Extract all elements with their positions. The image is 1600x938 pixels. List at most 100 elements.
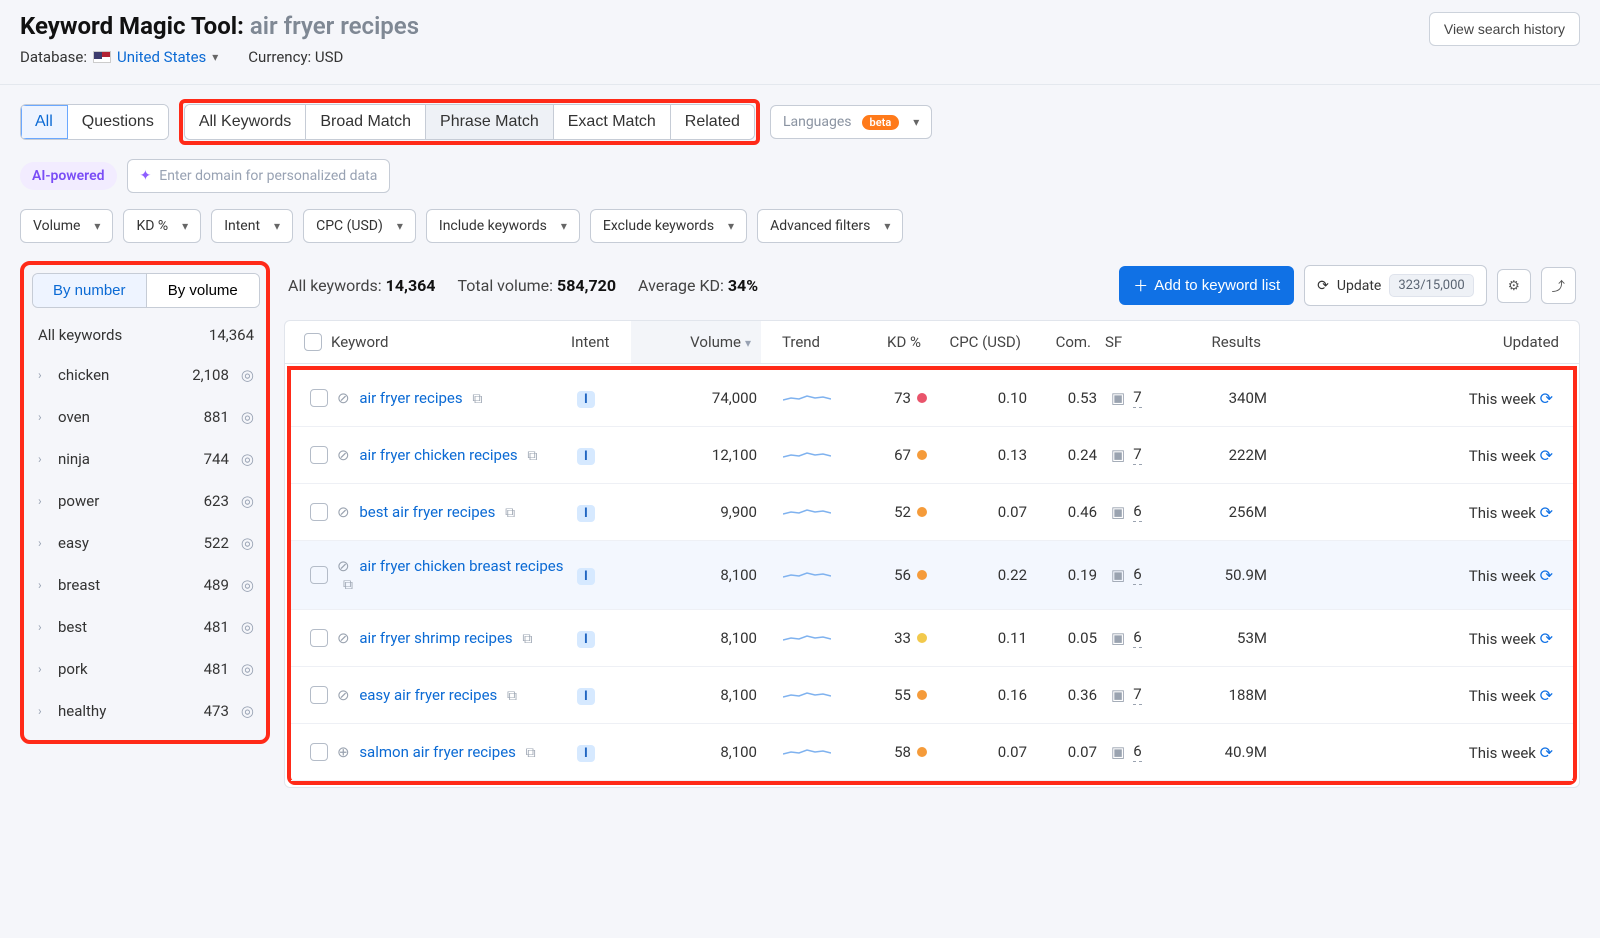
sidebar-item[interactable]: › ninja 744 ◎ xyxy=(32,438,260,480)
check-circle-icon[interactable]: ⊘ xyxy=(337,686,350,704)
eye-icon[interactable]: ◎ xyxy=(241,534,254,552)
check-circle-icon[interactable]: ⊘ xyxy=(337,389,350,407)
sidebar-item[interactable]: › oven 881 ◎ xyxy=(32,396,260,438)
serp-window-icon[interactable]: ⧉ xyxy=(472,391,482,407)
serp-window-icon[interactable]: ⧉ xyxy=(507,688,517,704)
col-com[interactable]: Com. xyxy=(1021,333,1091,351)
sidebar-item[interactable]: › easy 522 ◎ xyxy=(32,522,260,564)
chevron-right-icon: › xyxy=(38,368,50,382)
eye-icon[interactable]: ◎ xyxy=(241,450,254,468)
check-circle-icon[interactable]: ⊘ xyxy=(337,629,350,647)
filter-kd[interactable]: KD %▾ xyxy=(123,209,201,243)
tab-all[interactable]: All xyxy=(21,105,68,139)
refresh-icon[interactable]: ⟳ xyxy=(1540,629,1553,648)
view-history-button[interactable]: View search history xyxy=(1429,12,1580,46)
check-circle-icon[interactable]: ⊘ xyxy=(337,503,350,521)
eye-icon[interactable]: ◎ xyxy=(241,492,254,510)
match-all[interactable]: All Keywords xyxy=(185,105,306,139)
export-button[interactable]: ⤴ xyxy=(1541,267,1576,304)
cell-trend xyxy=(767,563,847,587)
select-all-checkbox[interactable] xyxy=(304,333,322,351)
row-checkbox[interactable] xyxy=(310,389,328,407)
sidebar-tab-number[interactable]: By number xyxy=(33,274,147,307)
row-checkbox[interactable] xyxy=(310,686,328,704)
row-checkbox[interactable] xyxy=(310,503,328,521)
filter-exclude[interactable]: Exclude keywords▾ xyxy=(590,209,747,243)
eye-icon[interactable]: ◎ xyxy=(241,660,254,678)
eye-icon[interactable]: ◎ xyxy=(241,618,254,636)
match-related[interactable]: Related xyxy=(671,105,754,139)
col-intent[interactable]: Intent xyxy=(571,333,631,351)
languages-dropdown[interactable]: Languages beta ▾ xyxy=(770,105,932,139)
eye-icon[interactable]: ◎ xyxy=(241,702,254,720)
col-trend[interactable]: Trend xyxy=(761,333,841,351)
database-selector[interactable]: Database: United States ▾ xyxy=(20,48,218,66)
match-broad[interactable]: Broad Match xyxy=(306,105,426,139)
sidebar-item-count: 481 xyxy=(204,660,229,678)
tab-questions[interactable]: Questions xyxy=(68,105,168,139)
cell-com: 0.19 xyxy=(1027,566,1097,584)
eye-icon[interactable]: ◎ xyxy=(241,576,254,594)
sidebar-item[interactable]: › healthy 473 ◎ xyxy=(32,690,260,732)
plus-circle-icon[interactable]: ⊕ xyxy=(337,743,350,761)
serp-window-icon[interactable]: ⧉ xyxy=(522,631,532,647)
row-checkbox[interactable] xyxy=(310,743,328,761)
serp-window-icon[interactable]: ⧉ xyxy=(505,505,515,521)
update-button[interactable]: ⟳ Update 323/15,000 xyxy=(1304,265,1487,306)
serp-window-icon[interactable]: ⧉ xyxy=(343,577,353,593)
sidebar-item[interactable]: › chicken 2,108 ◎ xyxy=(32,354,260,396)
keyword-link[interactable]: air fryer chicken recipes xyxy=(359,446,517,464)
cell-sf: 7 xyxy=(1133,445,1141,465)
col-results[interactable]: Results xyxy=(1171,333,1261,351)
keyword-link[interactable]: best air fryer recipes xyxy=(359,503,495,521)
sidebar-all-keywords[interactable]: All keywords 14,364 xyxy=(32,316,260,354)
filter-intent[interactable]: Intent▾ xyxy=(211,209,293,243)
keyword-link[interactable]: air fryer shrimp recipes xyxy=(359,629,512,647)
filter-cpc[interactable]: CPC (USD)▾ xyxy=(303,209,416,243)
eye-icon[interactable]: ◎ xyxy=(241,366,254,384)
row-checkbox[interactable] xyxy=(310,566,328,584)
keyword-link[interactable]: salmon air fryer recipes xyxy=(359,743,516,761)
match-exact[interactable]: Exact Match xyxy=(554,105,671,139)
sidebar-item[interactable]: › best 481 ◎ xyxy=(32,606,260,648)
keyword-link[interactable]: easy air fryer recipes xyxy=(359,686,497,704)
refresh-icon[interactable]: ⟳ xyxy=(1540,503,1553,522)
cell-trend xyxy=(767,443,847,467)
refresh-icon[interactable]: ⟳ xyxy=(1540,743,1553,762)
sidebar-item[interactable]: › power 623 ◎ xyxy=(32,480,260,522)
filter-volume[interactable]: Volume▾ xyxy=(20,209,113,243)
add-to-list-button[interactable]: ＋ Add to keyword list xyxy=(1119,266,1294,305)
col-sf[interactable]: SF xyxy=(1091,333,1171,351)
check-circle-icon[interactable]: ⊘ xyxy=(337,557,350,575)
serp-window-icon[interactable]: ⧉ xyxy=(526,745,536,761)
keyword-link[interactable]: air fryer chicken breast recipes xyxy=(359,557,563,575)
col-volume[interactable]: Volume▾ xyxy=(631,321,761,363)
database-value[interactable]: United States xyxy=(117,48,206,66)
col-cpc[interactable]: CPC (USD) xyxy=(921,333,1021,351)
cell-volume: 9,900 xyxy=(637,503,767,521)
row-checkbox[interactable] xyxy=(310,629,328,647)
filter-include[interactable]: Include keywords▾ xyxy=(426,209,580,243)
settings-button[interactable]: ⚙ xyxy=(1497,269,1531,303)
check-circle-icon[interactable]: ⊘ xyxy=(337,446,350,464)
sidebar-item[interactable]: › pork 481 ◎ xyxy=(32,648,260,690)
kd-dot-icon xyxy=(917,507,927,517)
col-updated[interactable]: Updated xyxy=(1261,333,1569,351)
col-keyword[interactable]: Keyword xyxy=(331,333,571,351)
refresh-icon[interactable]: ⟳ xyxy=(1540,446,1553,465)
refresh-icon[interactable]: ⟳ xyxy=(1540,566,1553,585)
refresh-icon[interactable]: ⟳ xyxy=(1540,389,1553,408)
eye-icon[interactable]: ◎ xyxy=(241,408,254,426)
row-checkbox[interactable] xyxy=(310,446,328,464)
sidebar-item[interactable]: › breast 489 ◎ xyxy=(32,564,260,606)
domain-input[interactable]: ✦ Enter domain for personalized data xyxy=(127,159,391,193)
sidebar-tab-volume[interactable]: By volume xyxy=(147,274,260,307)
serp-feature-icon: ▣ xyxy=(1111,629,1125,647)
col-kd[interactable]: KD % xyxy=(841,333,921,351)
refresh-icon[interactable]: ⟳ xyxy=(1540,686,1553,705)
match-phrase[interactable]: Phrase Match xyxy=(426,105,554,139)
table-row: ⊕ salmon air fryer recipes ⧉ I 8,100 58 … xyxy=(291,724,1573,781)
filter-advanced[interactable]: Advanced filters▾ xyxy=(757,209,903,243)
serp-window-icon[interactable]: ⧉ xyxy=(527,448,537,464)
keyword-link[interactable]: air fryer recipes xyxy=(359,389,462,407)
